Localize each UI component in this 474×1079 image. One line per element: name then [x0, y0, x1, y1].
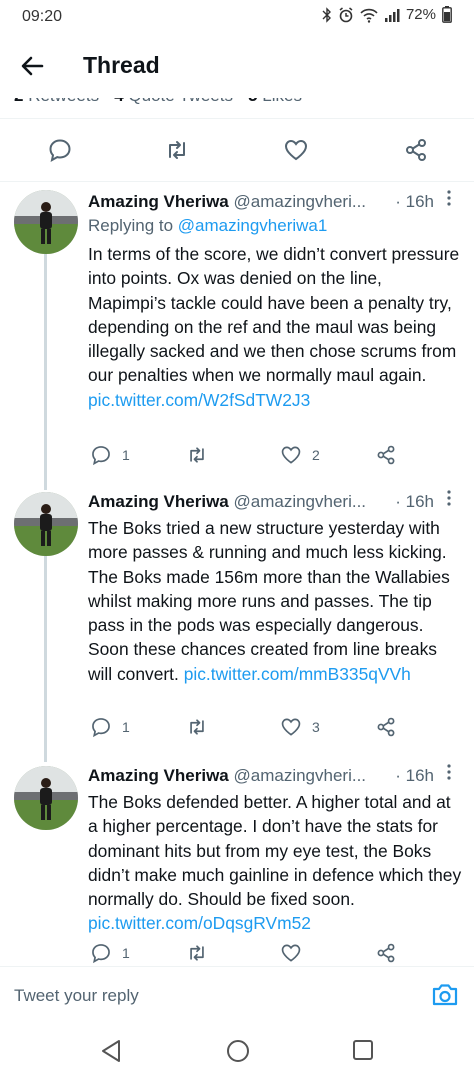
tweet-text-content: The Boks tried a new structure yesterday…	[88, 518, 450, 684]
share-action[interactable]	[375, 444, 397, 466]
share-action[interactable]	[375, 716, 397, 738]
reply-icon[interactable]	[90, 444, 112, 466]
more-options-icon[interactable]	[442, 488, 456, 508]
nav-recents-icon[interactable]	[352, 1039, 374, 1061]
tweet-media-link[interactable]: pic.twitter.com/mmB335qVVh	[184, 664, 411, 684]
signal-icon	[384, 8, 400, 22]
like-action[interactable]: 3	[280, 716, 320, 738]
retweet-action[interactable]	[186, 444, 218, 466]
share-icon[interactable]	[375, 444, 397, 466]
share-action[interactable]	[375, 942, 397, 964]
bluetooth-icon	[322, 6, 331, 23]
tweet-text: In terms of the score, we didn’t convert…	[88, 242, 464, 412]
status-time: 09:20	[22, 8, 63, 25]
share-icon[interactable]	[375, 942, 397, 964]
battery-icon	[442, 6, 452, 23]
share-icon[interactable]	[403, 137, 429, 163]
reply-count: 1	[122, 719, 130, 735]
reply-input-placeholder[interactable]: Tweet your reply	[14, 986, 139, 1006]
replying-to: Replying to @amazingvheriwa1	[88, 216, 327, 236]
retweet-action[interactable]	[186, 716, 218, 738]
tweet-time[interactable]: · 16h	[395, 192, 434, 212]
camera-icon[interactable]	[430, 981, 460, 1009]
tweet-text-content: In terms of the score, we didn’t convert…	[88, 244, 460, 386]
top-app-bar: Thread	[0, 34, 474, 98]
tweet-time[interactable]: · 16h	[395, 766, 434, 786]
reply-action[interactable]: 1	[90, 444, 130, 466]
reply-count: 1	[122, 447, 130, 463]
author-name[interactable]: Amazing Vheriwa	[88, 492, 229, 511]
tweet-header: Amazing Vheriwa @amazingvheri... · 16h	[88, 190, 460, 212]
tweet-text-content: The Boks defended better. A higher total…	[88, 792, 462, 910]
alarm-icon	[339, 6, 353, 22]
like-heart-icon[interactable]	[280, 942, 302, 964]
like-count: 2	[312, 447, 320, 463]
tweet-text: The Boks tried a new structure yesterday…	[88, 516, 464, 686]
share-icon[interactable]	[375, 716, 397, 738]
avatar[interactable]	[14, 766, 78, 830]
replying-to-handle[interactable]: @amazingvheriwa1	[178, 216, 328, 235]
system-navigation-bar	[0, 1022, 474, 1079]
main-tweet-actions	[0, 118, 474, 182]
retweet-icon[interactable]	[186, 716, 208, 738]
tweet-media-link[interactable]: pic.twitter.com/W2fSdTW2J3	[88, 390, 310, 410]
more-options-icon[interactable]	[442, 762, 456, 782]
author-handle[interactable]: @amazingvheri...	[234, 492, 367, 511]
retweet-icon[interactable]	[186, 444, 208, 466]
more-options-icon[interactable]	[442, 188, 456, 208]
tweet-time[interactable]: · 16h	[395, 492, 434, 512]
replying-to-label: Replying to	[88, 216, 174, 235]
nav-back-icon[interactable]	[100, 1039, 122, 1063]
author-handle[interactable]: @amazingvheri...	[234, 192, 367, 211]
retweet-action[interactable]	[186, 942, 218, 964]
nav-home-icon[interactable]	[226, 1039, 250, 1063]
tweet-text: The Boks defended better. A higher total…	[88, 790, 464, 936]
author-handle[interactable]: @amazingvheri...	[234, 766, 367, 785]
reply-icon[interactable]	[47, 137, 73, 163]
avatar[interactable]	[14, 190, 78, 254]
tweet-header: Amazing Vheriwa @amazingvheri... · 16h	[88, 490, 460, 512]
back-arrow-icon[interactable]	[16, 50, 48, 82]
wifi-icon	[360, 8, 378, 23]
reply-count: 1	[122, 945, 130, 961]
status-icons: 72%	[322, 6, 452, 23]
like-count: 3	[312, 719, 320, 735]
tweet-item[interactable]: Amazing Vheriwa @amazingvheri... · 16h R…	[0, 180, 474, 480]
page-title: Thread	[83, 52, 160, 78]
tweet-media-link[interactable]: pic.twitter.com/oDqsgRVm52	[88, 913, 311, 933]
tweet-actions: 1	[88, 942, 408, 966]
author-name[interactable]: Amazing Vheriwa	[88, 766, 229, 785]
like-action[interactable]: 2	[280, 444, 320, 466]
author-name[interactable]: Amazing Vheriwa	[88, 192, 229, 211]
tweet-header: Amazing Vheriwa @amazingvheri... · 16h	[88, 764, 460, 786]
tweet-item[interactable]: Amazing Vheriwa @amazingvheri... · 16h T…	[0, 482, 474, 752]
like-action[interactable]	[280, 942, 312, 964]
tweet-item[interactable]: Amazing Vheriwa @amazingvheri... · 16h T…	[0, 756, 474, 966]
reply-action[interactable]: 1	[90, 716, 130, 738]
retweet-icon[interactable]	[186, 942, 208, 964]
reply-icon[interactable]	[90, 942, 112, 964]
tweet-actions: 1 2	[88, 444, 408, 468]
like-heart-icon[interactable]	[280, 444, 302, 466]
retweet-icon[interactable]	[164, 137, 190, 163]
reply-composer[interactable]: Tweet your reply	[0, 966, 474, 1024]
like-heart-icon[interactable]	[280, 716, 302, 738]
reply-action[interactable]: 1	[90, 942, 130, 964]
like-heart-icon[interactable]	[283, 137, 309, 163]
avatar[interactable]	[14, 492, 78, 556]
reply-icon[interactable]	[90, 716, 112, 738]
tweet-actions: 1 3	[88, 716, 408, 740]
status-bar: 09:20 72%	[0, 0, 474, 34]
battery-percent: 72%	[405, 6, 436, 23]
